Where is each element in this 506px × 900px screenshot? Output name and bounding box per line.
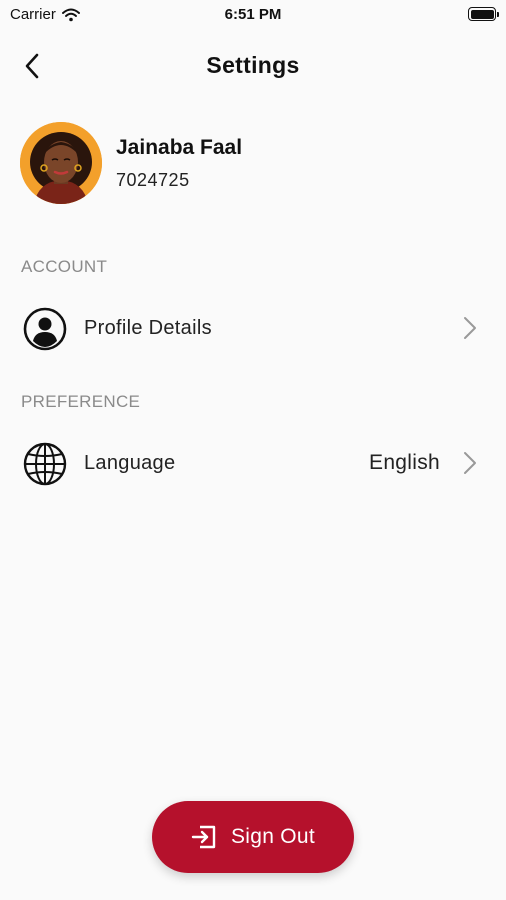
user-id: 7024725 bbox=[116, 170, 190, 190]
profile-card: Jainaba Faal 7024725 bbox=[20, 122, 486, 206]
language-value: English bbox=[369, 451, 440, 474]
nav-bar: Settings bbox=[0, 40, 506, 92]
avatar-illustration bbox=[20, 122, 102, 204]
sign-out-button[interactable]: Sign Out bbox=[152, 801, 354, 873]
battery-icon bbox=[468, 7, 499, 21]
user-circle-icon bbox=[22, 306, 68, 352]
sign-out-icon bbox=[191, 825, 216, 849]
chevron-right-icon bbox=[462, 451, 478, 475]
page-title: Settings bbox=[206, 52, 300, 78]
status-bar: Carrier 6:51 PM bbox=[0, 0, 506, 30]
user-name: Jainaba Faal bbox=[116, 136, 243, 159]
language-label: Language bbox=[84, 452, 176, 474]
status-time: 6:51 PM bbox=[224, 6, 282, 23]
profile-details-row[interactable]: Profile Details bbox=[0, 296, 506, 360]
section-title-preference: PREFERENCE bbox=[21, 392, 141, 411]
language-row[interactable]: Language English bbox=[0, 431, 506, 495]
chevron-right-icon bbox=[462, 316, 478, 340]
profile-details-label: Profile Details bbox=[84, 317, 212, 339]
section-title-account: ACCOUNT bbox=[21, 257, 108, 276]
sign-out-label: Sign Out bbox=[230, 825, 316, 848]
globe-icon bbox=[22, 441, 68, 487]
avatar bbox=[20, 122, 102, 204]
